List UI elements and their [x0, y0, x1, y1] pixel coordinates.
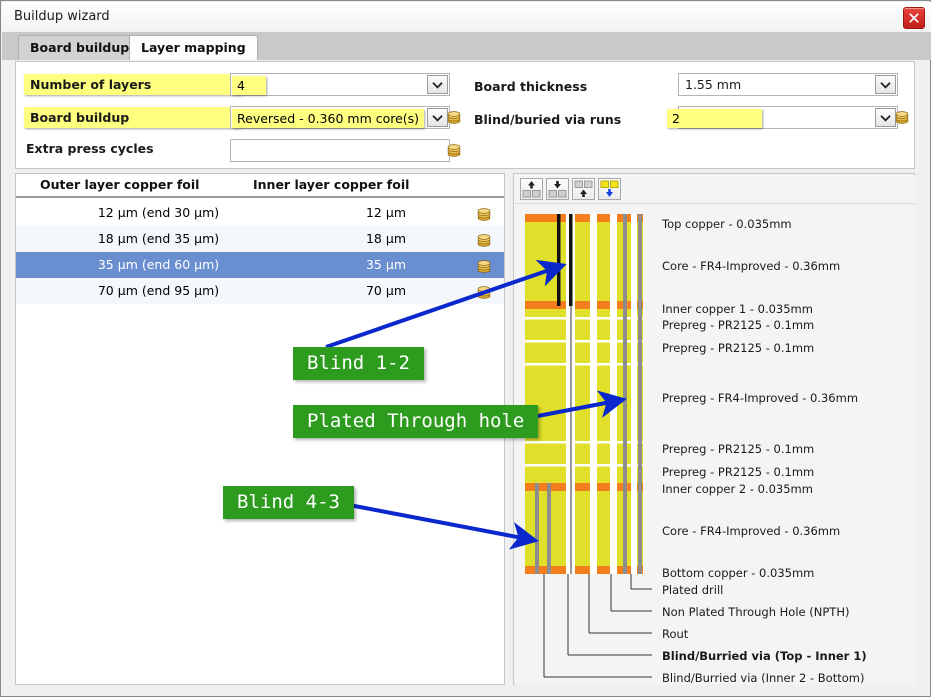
board-thickness-label: Board thickness — [474, 79, 588, 94]
coin-stack-icon[interactable] — [476, 205, 492, 221]
stackup-label: Prepreg - PR2125 - 0.1mm — [662, 465, 815, 479]
extra-press-cycles-input[interactable] — [230, 139, 450, 162]
move-layer-up-button[interactable] — [520, 178, 543, 200]
legend-item-blind-inner2-bottom: Blind/Burried via (Inner 2 - Bottom) — [662, 671, 865, 685]
coin-stack-icon[interactable] — [446, 142, 462, 158]
cell-outer: 35 µm (end 60 µm) — [97, 257, 220, 272]
extra-press-cycles-label: Extra press cycles — [26, 141, 154, 156]
cell-outer: 18 µm (end 35 µm) — [97, 231, 220, 246]
board-buildup-value: Reversed - 0.360 mm core(s) — [232, 109, 425, 128]
tab-board-buildup[interactable]: Board buildup — [18, 35, 142, 60]
cell-inner: 12 µm — [365, 205, 406, 220]
table-row[interactable]: 70 µm (end 95 µm) 70 µm — [16, 278, 504, 304]
tab-layer-mapping[interactable]: Layer mapping — [129, 35, 258, 60]
chevron-down-icon[interactable] — [427, 108, 448, 127]
table-header-divider — [16, 196, 504, 198]
blind-buried-via-runs-value: 2 — [667, 109, 762, 128]
stackup-label: Prepreg - PR2125 - 0.1mm — [662, 341, 815, 355]
legend-item-npth: Non Plated Through Hole (NPTH) — [662, 605, 850, 619]
cell-inner: 18 µm — [365, 231, 406, 246]
legend-item-rout: Rout — [662, 627, 689, 641]
chevron-down-icon[interactable] — [875, 75, 896, 94]
insert-layer-below-button[interactable] — [598, 178, 621, 200]
stackup-label: Core - FR4-Improved - 0.36mm — [662, 524, 841, 538]
legend-item-blind-top-inner1: Blind/Burried via (Top - Inner 1) — [662, 649, 867, 663]
table-row[interactable]: 18 µm (end 35 µm) 18 µm — [16, 226, 504, 252]
cell-outer: 12 µm (end 30 µm) — [97, 205, 220, 220]
annotation-plated-through-hole: Plated Through hole — [293, 405, 539, 438]
chevron-down-icon[interactable] — [875, 108, 896, 127]
board-buildup-label: Board buildup — [24, 107, 241, 128]
stackup-label: Core - FR4-Improved - 0.36mm — [662, 259, 841, 273]
table-row[interactable]: 35 µm (end 60 µm) 35 µm — [16, 252, 504, 278]
table-header-inner: Inner layer copper foil — [253, 177, 410, 192]
coin-stack-icon[interactable] — [476, 257, 492, 273]
stackup-label: Prepreg - FR4-Improved - 0.36mm — [662, 391, 859, 405]
stackup-label: Prepreg - PR2125 - 0.1mm — [662, 442, 815, 456]
number-of-layers-label: Number of layers — [24, 74, 241, 95]
buildup-settings-panel: Number of layers 4 Board buildup Reverse… — [15, 61, 915, 169]
board-thickness-select[interactable]: 1.55 mm — [678, 73, 898, 96]
stackup-toolbar — [515, 175, 915, 204]
buildup-wizard-window: Buildup wizard Board buildup Layer mappi… — [0, 0, 931, 697]
coin-stack-icon[interactable] — [446, 109, 462, 125]
move-layer-down-button[interactable] — [546, 178, 569, 200]
legend-item-plated-drill: Plated drill — [662, 583, 724, 597]
coin-stack-icon[interactable] — [476, 231, 492, 247]
insert-layer-above-button[interactable] — [572, 178, 595, 200]
stackup-label: Bottom copper - 0.035mm — [662, 566, 815, 580]
table-row[interactable]: 12 µm (end 30 µm) 12 µm — [16, 200, 504, 226]
cell-inner: 35 µm — [365, 257, 406, 272]
number-of-layers-value: 4 — [232, 76, 266, 95]
coin-stack-icon[interactable] — [476, 283, 492, 299]
board-thickness-value: 1.55 mm — [685, 77, 742, 92]
stackup-label: Top copper - 0.035mm — [662, 217, 792, 231]
tab-bar: Board buildup Layer mapping — [2, 32, 931, 60]
blind-buried-via-runs-label: Blind/buried via runs — [474, 112, 622, 127]
close-icon[interactable] — [903, 7, 925, 29]
window-title: Buildup wizard — [14, 9, 110, 24]
chevron-down-icon[interactable] — [427, 75, 448, 94]
table-header-outer: Outer layer copper foil — [40, 177, 200, 192]
stackup-label: Inner copper 2 - 0.035mm — [662, 482, 813, 496]
stackup-label: Inner copper 1 - 0.035mm — [662, 302, 813, 316]
annotation-blind-4-3: Blind 4-3 — [223, 486, 354, 519]
coin-stack-icon[interactable] — [894, 109, 910, 125]
window-titlebar: Buildup wizard — [2, 2, 931, 33]
cell-inner: 70 µm — [365, 283, 406, 298]
cell-outer: 70 µm (end 95 µm) — [97, 283, 220, 298]
annotation-blind-1-2: Blind 1-2 — [293, 347, 424, 380]
stackup-label: Prepreg - PR2125 - 0.1mm — [662, 318, 815, 332]
